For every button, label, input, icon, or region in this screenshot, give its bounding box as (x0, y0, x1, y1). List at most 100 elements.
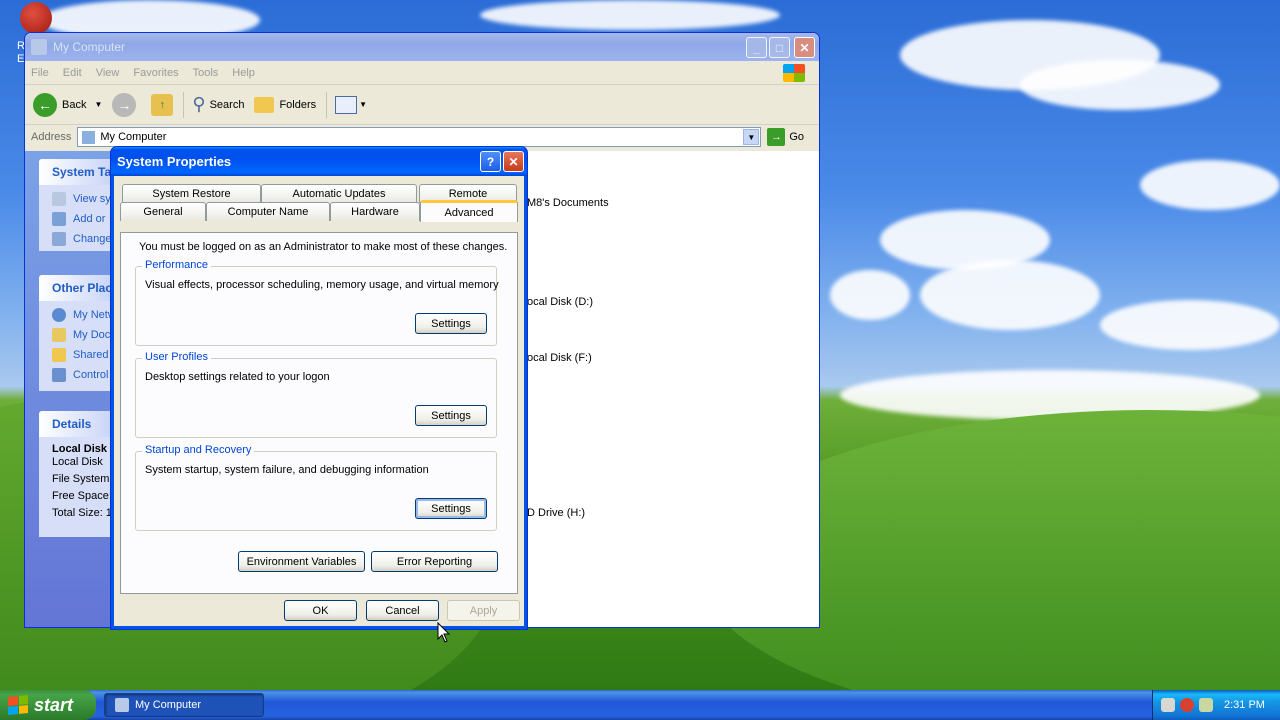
mouse-cursor-icon (437, 622, 451, 643)
taskbar-item-my-computer[interactable]: My Computer (104, 693, 264, 717)
details-file-system: File System: (52, 473, 113, 485)
clock[interactable]: 2:31 PM (1224, 699, 1265, 711)
environment-variables-button[interactable]: Environment Variables (238, 551, 365, 572)
cloud (1140, 160, 1280, 210)
performance-group: Performance Visual effects, processor sc… (135, 259, 499, 346)
close-button[interactable]: ✕ (794, 37, 815, 58)
address-input[interactable]: My Computer ▼ (77, 127, 762, 147)
add-remove-programs-link[interactable]: Add or (39, 209, 115, 229)
cloud (920, 260, 1100, 330)
tab-automatic-updates[interactable]: Automatic Updates (261, 184, 417, 203)
details-total-size: Total Size: 1 (52, 507, 112, 519)
go-button[interactable]: → Go (767, 128, 804, 146)
system-tasks-panel: System Ta View sy Add or Change (39, 159, 115, 251)
error-reporting-button[interactable]: Error Reporting (371, 551, 498, 572)
explorer-title: My Computer (53, 40, 126, 54)
chevron-down-icon[interactable]: ▼ (94, 100, 102, 109)
dialog-titlebar[interactable]: System Properties ? ✕ (111, 147, 527, 176)
dialog-title: System Properties (117, 154, 232, 169)
security-alert-icon[interactable] (1180, 698, 1194, 712)
cloud (830, 270, 910, 320)
cloud (1020, 60, 1220, 110)
menu-edit[interactable]: Edit (63, 67, 82, 79)
cancel-button[interactable]: Cancel (366, 600, 439, 621)
other-places-title[interactable]: Other Plac (39, 275, 115, 301)
change-setting-link[interactable]: Change (39, 229, 115, 249)
folder-icon (52, 348, 66, 362)
tab-computer-name[interactable]: Computer Name (206, 202, 330, 221)
other-places-panel: Other Plac My Netw My Doc Shared Control (39, 275, 115, 391)
menu-file[interactable]: File (31, 67, 49, 79)
settings-icon (52, 232, 66, 246)
computer-icon (31, 39, 47, 55)
user-profiles-settings-button[interactable]: Settings (415, 405, 487, 426)
performance-desc: Visual effects, processor scheduling, me… (145, 279, 499, 291)
chevron-down-icon: ▼ (359, 100, 368, 109)
details-title[interactable]: Details (39, 411, 115, 437)
safely-remove-icon[interactable] (1199, 698, 1213, 712)
taskbar: start My Computer 2:31 PM (0, 690, 1280, 720)
info-icon (52, 192, 66, 206)
ok-button[interactable]: OK (284, 600, 357, 621)
admin-notice: You must be logged on as an Administrato… (139, 241, 508, 253)
cloud (1100, 300, 1280, 350)
forward-arrow-icon: → (112, 92, 137, 117)
back-button[interactable]: ← Back ▼ (33, 92, 102, 117)
menu-view[interactable]: View (96, 67, 120, 79)
programs-icon (52, 212, 66, 226)
search-button[interactable]: ⚲ Search (192, 94, 244, 115)
address-dropdown-button[interactable]: ▼ (743, 129, 760, 145)
advanced-tab-page: You must be logged on as an Administrato… (120, 232, 518, 594)
folders-button[interactable]: Folders (254, 96, 316, 113)
user-profiles-group: User Profiles Desktop settings related t… (135, 351, 497, 438)
system-properties-dialog: System Properties ? ✕ System Restore Aut… (110, 146, 528, 630)
dialog-body: System Restore Automatic Updates Remote … (114, 176, 524, 626)
computer-icon (115, 698, 129, 712)
apply-button[interactable]: Apply (447, 600, 520, 621)
menu-help[interactable]: Help (232, 67, 255, 79)
details-panel: Details Local Disk Local Disk File Syste… (39, 411, 115, 537)
control-panel-icon (52, 368, 66, 382)
desktop-icon[interactable] (20, 2, 52, 34)
tab-general[interactable]: General (120, 202, 206, 221)
startup-recovery-settings-button[interactable]: Settings (415, 498, 487, 519)
views-button[interactable]: ▼ (335, 95, 368, 114)
view-system-info-link[interactable]: View sy (39, 189, 115, 209)
list-item[interactable]: ocal Disk (D:) (527, 296, 593, 308)
help-button[interactable]: ? (480, 151, 501, 172)
address-label: Address (31, 131, 72, 143)
list-item[interactable]: D Drive (H:) (527, 507, 585, 519)
menu-favorites[interactable]: Favorites (133, 67, 178, 79)
up-button[interactable]: ↑ (151, 93, 174, 116)
details-free-space: Free Space: (52, 490, 112, 502)
tab-hardware[interactable]: Hardware (330, 202, 420, 221)
details-name: Local Disk (52, 443, 108, 455)
my-documents-link[interactable]: My Doc (39, 325, 115, 345)
control-panel-link[interactable]: Control (39, 365, 115, 385)
startup-recovery-desc: System startup, system failure, and debu… (145, 464, 429, 476)
network-icon (52, 308, 66, 322)
search-icon: ⚲ (192, 94, 206, 114)
performance-settings-button[interactable]: Settings (415, 313, 487, 334)
menu-tools[interactable]: Tools (193, 67, 219, 79)
tab-advanced[interactable]: Advanced (420, 200, 518, 222)
list-item[interactable]: M8's Documents (527, 197, 609, 209)
folder-icon (254, 96, 275, 113)
user-profiles-title: User Profiles (142, 351, 211, 363)
tab-system-restore[interactable]: System Restore (122, 184, 261, 203)
performance-title: Performance (142, 259, 211, 271)
menu-bar: File Edit View Favorites Tools Help (25, 61, 819, 85)
windows-flag-icon (8, 694, 28, 716)
shared-documents-link[interactable]: Shared (39, 345, 115, 365)
list-item[interactable]: ocal Disk (F:) (527, 352, 592, 364)
my-network-link[interactable]: My Netw (39, 305, 115, 325)
system-tasks-title[interactable]: System Ta (39, 159, 115, 185)
close-button[interactable]: ✕ (503, 151, 524, 172)
minimize-button[interactable]: _ (746, 37, 767, 58)
separator (183, 91, 185, 118)
start-button[interactable]: start (0, 690, 96, 720)
forward-button[interactable]: → (112, 92, 141, 117)
network-tray-icon[interactable] (1161, 698, 1175, 712)
maximize-button[interactable]: □ (769, 37, 790, 58)
explorer-titlebar[interactable]: My Computer _ □ ✕ (25, 33, 819, 61)
